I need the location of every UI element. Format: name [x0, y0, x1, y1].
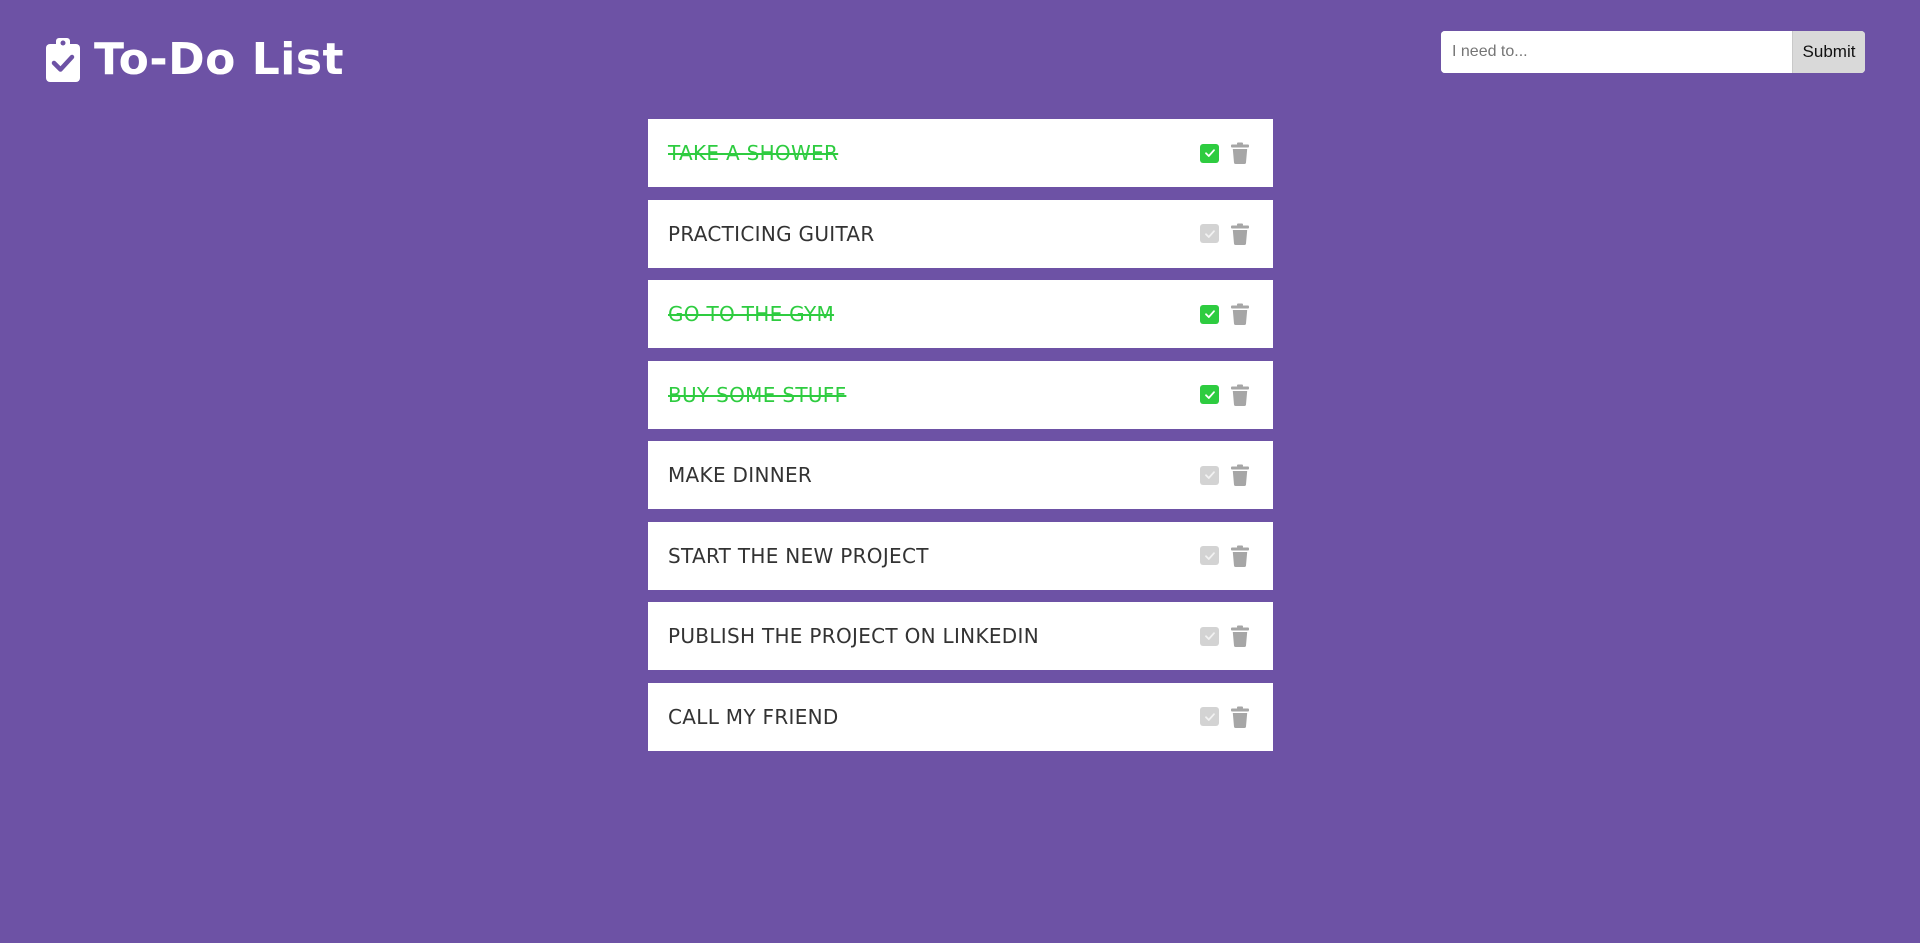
todo-actions — [1200, 223, 1249, 245]
todo-text: MAKE DINNER — [668, 463, 813, 487]
todo-actions — [1200, 706, 1249, 728]
submit-button[interactable]: Submit — [1792, 31, 1865, 73]
delete-button[interactable] — [1231, 706, 1249, 728]
trash-icon — [1231, 384, 1249, 406]
todo-text: GO TO THE GYM — [668, 302, 835, 326]
complete-toggle-button[interactable] — [1200, 385, 1219, 404]
complete-toggle-button[interactable] — [1200, 465, 1219, 485]
delete-button[interactable] — [1231, 142, 1249, 164]
check-icon — [1204, 229, 1215, 238]
delete-button[interactable] — [1231, 625, 1249, 647]
todo-item: MAKE DINNER — [648, 441, 1273, 509]
trash-icon — [1231, 223, 1249, 245]
trash-icon — [1231, 545, 1249, 567]
todo-item: PUBLISH THE PROJECT ON LINKEDIN — [648, 602, 1273, 670]
delete-button[interactable] — [1231, 545, 1249, 567]
check-icon — [1204, 551, 1215, 560]
trash-icon — [1231, 142, 1249, 164]
trash-icon — [1231, 625, 1249, 647]
app-logo: To-Do List — [46, 36, 344, 84]
todo-text: PRACTICING GUITAR — [668, 221, 875, 246]
todo-actions — [1200, 545, 1249, 567]
complete-toggle-button[interactable] — [1200, 626, 1219, 646]
todo-item: CALL MY FRIEND — [648, 682, 1273, 751]
check-icon — [1204, 471, 1215, 479]
check-icon — [1204, 712, 1215, 721]
todo-text: PUBLISH THE PROJECT ON LINKEDIN — [668, 624, 1039, 648]
todo-actions — [1200, 303, 1249, 325]
complete-toggle-button[interactable] — [1200, 224, 1219, 243]
delete-button[interactable] — [1231, 303, 1249, 325]
todo-item: START THE NEW PROJECT — [648, 521, 1273, 590]
delete-button[interactable] — [1231, 464, 1249, 486]
complete-toggle-button[interactable] — [1200, 546, 1219, 565]
todo-item: GO TO THE GYM — [648, 280, 1273, 348]
trash-icon — [1231, 303, 1249, 325]
todo-actions — [1200, 384, 1249, 406]
todo-text: START THE NEW PROJECT — [668, 543, 929, 568]
page-title: To-Do List — [94, 34, 345, 85]
delete-button[interactable] — [1231, 223, 1249, 245]
todo-list: TAKE A SHOWER PRACTICING GUITAR GO TO TH… — [648, 119, 1273, 763]
todo-text: TAKE A SHOWER — [668, 141, 839, 165]
check-icon — [1204, 149, 1215, 157]
complete-toggle-button[interactable] — [1200, 707, 1219, 726]
todo-actions — [1200, 625, 1249, 647]
trash-icon — [1231, 464, 1249, 486]
check-icon — [1204, 310, 1215, 318]
todo-item: TAKE A SHOWER — [648, 119, 1273, 187]
todo-text: CALL MY FRIEND — [668, 704, 839, 729]
delete-button[interactable] — [1231, 384, 1249, 406]
add-todo-form: Submit — [1441, 31, 1865, 73]
complete-toggle-button[interactable] — [1200, 304, 1219, 324]
check-icon — [1204, 632, 1215, 640]
todo-text: BUY SOME STUFF — [668, 382, 847, 407]
clipboard-check-icon — [46, 38, 80, 82]
header: To-Do List Submit — [0, 0, 1920, 110]
todo-item: PRACTICING GUITAR — [648, 199, 1273, 268]
todo-actions — [1200, 142, 1249, 164]
todo-input[interactable] — [1441, 31, 1792, 73]
complete-toggle-button[interactable] — [1200, 143, 1219, 163]
check-icon — [1204, 390, 1215, 399]
todo-actions — [1200, 464, 1249, 486]
trash-icon — [1231, 706, 1249, 728]
todo-item: BUY SOME STUFF — [648, 360, 1273, 429]
